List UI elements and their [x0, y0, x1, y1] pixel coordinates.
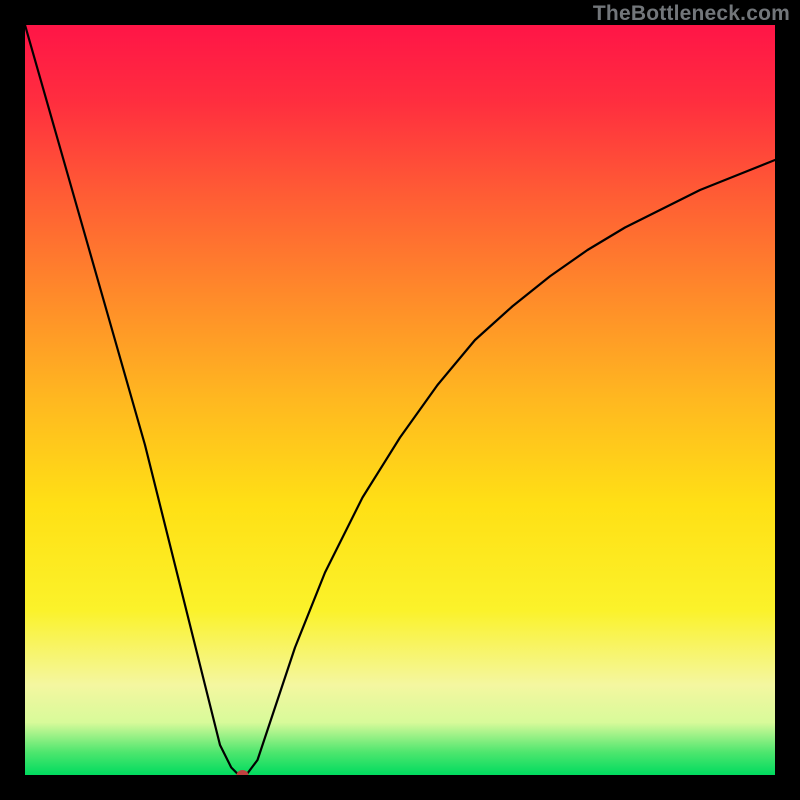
- watermark-label: TheBottleneck.com: [593, 2, 790, 26]
- bottleneck-curve: [25, 25, 775, 775]
- curve-svg: [25, 25, 775, 775]
- chart-frame: TheBottleneck.com: [0, 0, 800, 800]
- minimum-dot: [237, 770, 249, 775]
- plot-area: [25, 25, 775, 775]
